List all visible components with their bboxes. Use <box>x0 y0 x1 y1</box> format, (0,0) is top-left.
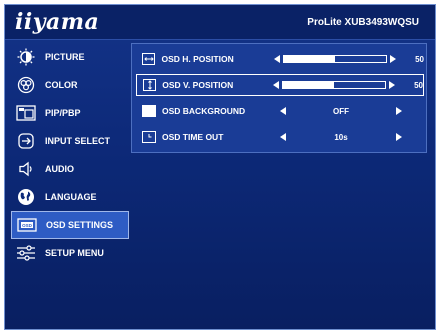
v-position-value: 50 <box>414 80 423 90</box>
menu-item-language[interactable]: LANGUAGE <box>11 183 129 211</box>
osd-background-row[interactable]: OSD BACKGROUND OFF <box>136 100 424 122</box>
timer-icon <box>142 131 156 143</box>
v-position-slider[interactable] <box>282 81 386 89</box>
h-position-icon <box>142 53 156 65</box>
osd-time-out-value: 10s <box>334 132 348 142</box>
menu-item-color[interactable]: COLOR <box>11 71 129 99</box>
sliders-icon <box>15 243 37 263</box>
menu-item-label: LANGUAGE <box>45 192 97 202</box>
globe-icon <box>15 187 37 207</box>
brightness-icon <box>15 47 37 67</box>
main-menu: PICTURE COLOR PIP/PBP INPUT SELECT AUDIO <box>11 43 129 267</box>
osd-settings-panel: OSD H. POSITION 50 OSD V. POSITION 50 OS… <box>131 43 427 153</box>
menu-item-audio[interactable]: AUDIO <box>11 155 129 183</box>
menu-item-label: PIP/PBP <box>45 108 81 118</box>
next-option-icon[interactable] <box>396 133 402 141</box>
next-option-icon[interactable] <box>396 107 402 115</box>
osd-time-out-row[interactable]: OSD TIME OUT 10s <box>136 126 424 148</box>
osd-v-position-row[interactable]: OSD V. POSITION 50 <box>136 74 424 96</box>
h-position-slider-fill <box>284 56 335 62</box>
brand-logo: iiyama <box>15 9 100 35</box>
menu-item-label: OSD SETTINGS <box>46 220 114 230</box>
menu-item-osd-settings[interactable]: OSD OSD SETTINGS <box>11 211 129 239</box>
v-position-icon <box>143 79 157 91</box>
h-position-slider[interactable] <box>283 55 387 63</box>
menu-item-label: SETUP MENU <box>45 248 104 258</box>
menu-item-label: INPUT SELECT <box>45 136 111 146</box>
pip-icon <box>15 103 37 123</box>
osd-v-position-label: OSD V. POSITION <box>162 80 234 90</box>
osd-window: iiyama ProLite XUB3493WQSU PICTURE COLOR… <box>4 4 436 330</box>
menu-item-label: COLOR <box>45 80 78 90</box>
decrease-arrow-icon[interactable] <box>273 81 279 89</box>
menu-item-setup-menu[interactable]: SETUP MENU <box>11 239 129 267</box>
svg-text:OSD: OSD <box>22 223 33 228</box>
osd-time-out-label: OSD TIME OUT <box>162 132 224 142</box>
menu-item-label: PICTURE <box>45 52 85 62</box>
menu-item-pip-pbp[interactable]: PIP/PBP <box>11 99 129 127</box>
decrease-arrow-icon[interactable] <box>274 55 280 63</box>
increase-arrow-icon[interactable] <box>390 55 396 63</box>
menu-item-label: AUDIO <box>45 164 74 174</box>
v-position-slider-fill <box>283 82 334 88</box>
osd-h-position-row[interactable]: OSD H. POSITION 50 <box>136 48 424 70</box>
header-bar: iiyama ProLite XUB3493WQSU <box>5 5 435 40</box>
osd-background-value: OFF <box>333 106 349 116</box>
increase-arrow-icon[interactable] <box>389 81 395 89</box>
menu-item-picture[interactable]: PICTURE <box>11 43 129 71</box>
previous-option-icon[interactable] <box>280 107 286 115</box>
input-select-icon <box>15 131 37 151</box>
osd-icon: OSD <box>16 215 38 235</box>
osd-h-position-label: OSD H. POSITION <box>161 54 234 64</box>
previous-option-icon[interactable] <box>280 133 286 141</box>
model-name: ProLite XUB3493WQSU <box>307 17 419 28</box>
color-palette-icon <box>15 75 37 95</box>
menu-item-input-select[interactable]: INPUT SELECT <box>11 127 129 155</box>
background-icon <box>142 105 156 117</box>
speaker-icon <box>15 159 37 179</box>
osd-background-label: OSD BACKGROUND <box>162 106 246 116</box>
h-position-value: 50 <box>415 54 424 64</box>
